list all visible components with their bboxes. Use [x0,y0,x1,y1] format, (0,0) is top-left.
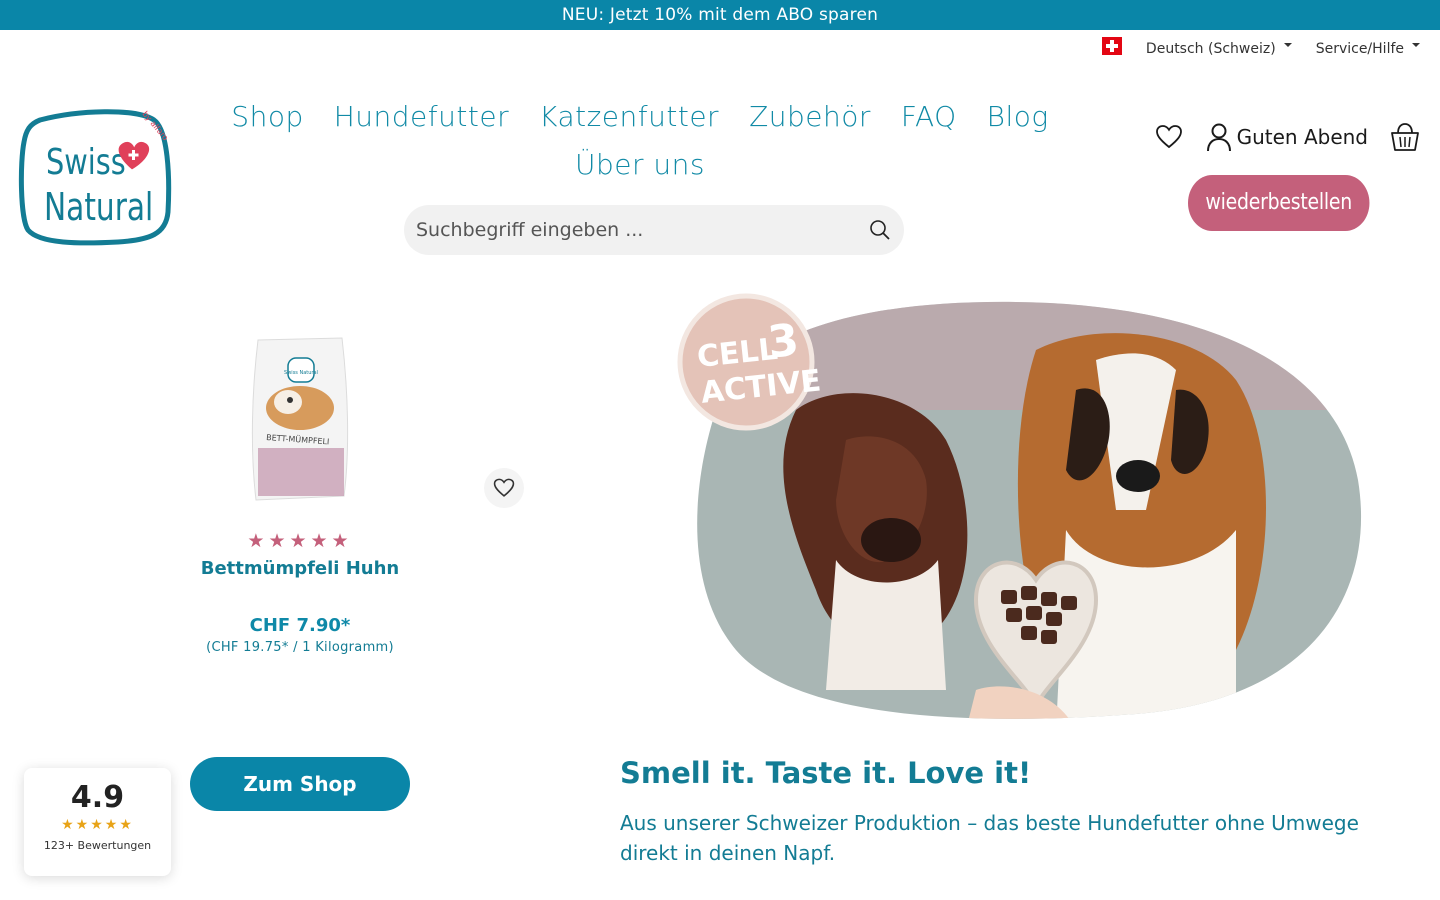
product-rating-stars: ★★★★★ [247,530,353,552]
badge-text-digit: 3 [765,315,801,369]
logo-text-line1: Swiss [46,141,126,183]
nav-item-ueber-uns[interactable]: Über uns [575,148,705,196]
nav-item-katzenfutter[interactable]: Katzenfutter [539,100,719,148]
rating-count: 123+ Bewertungen [43,839,152,852]
account-greeting[interactable]: Guten Abend [1237,125,1368,149]
search-bar [404,205,904,255]
main-navigation: Shop Hundefutter Katzenfutter Zubehör FA… [231,100,1048,196]
logo[interactable]: Swiss Natural by alfaro [18,106,172,246]
logo-text-line2: Natural [44,185,153,230]
wishlist-heart-icon[interactable] [1155,123,1183,151]
product-wishlist-button[interactable] [484,468,524,508]
search-icon[interactable] [868,218,892,242]
product-unit-price: (CHF 19.75* / 1 Kilogramm) [206,640,394,655]
language-selector[interactable]: Deutsch (Schweiz) [1146,41,1292,57]
nav-item-hundefutter[interactable]: Hundefutter [334,100,509,148]
service-menu[interactable]: Service/Hilfe [1316,41,1420,57]
header-actions: Guten Abend [1155,122,1420,152]
announcement-bar[interactable]: NEU: Jetzt 10% mit dem ABO sparen [0,0,1440,30]
hero-subline: Aus unserer Schweizer Produktion – das b… [620,811,1359,865]
language-label: Deutsch (Schweiz) [1145,41,1276,57]
chevron-down-icon [1412,43,1420,47]
hero-headline: Smell it. Taste it. Love it! [620,756,1032,790]
heart-icon [493,478,515,497]
product-name[interactable]: Bettmümpfeli Huhn [180,558,420,579]
zum-shop-button[interactable]: Zum Shop [190,757,410,811]
announcement-text[interactable]: NEU: Jetzt 10% mit dem ABO sparen [562,5,878,25]
nav-item-shop[interactable]: Shop [231,100,303,148]
chevron-down-icon [1283,43,1292,47]
rating-score: 4.9 [70,780,125,815]
product-price: CHF 7.90* [249,615,351,636]
swiss-flag-icon [1101,37,1122,55]
nav-item-faq[interactable]: FAQ [901,100,957,148]
rating-widget[interactable]: 4.9 ★★★★★ 123+ Bewertungen [24,768,171,876]
utility-nav: Deutsch (Schweiz) Service/Hilfe [1101,37,1420,58]
nav-item-zubehoer[interactable]: Zubehör [749,100,871,148]
rating-stars: ★★★★★ [61,817,134,833]
user-account-icon[interactable] [1205,122,1233,152]
reorder-button[interactable]: wiederbestellen [1188,175,1370,231]
nav-item-blog[interactable]: Blog [987,100,1049,148]
pack-brand-text: Swiss Natural [284,370,318,376]
product-card[interactable]: Swiss Natural BETT-MÜMPFELI ★★★★★ Bettmü… [180,330,420,655]
logo-tagline: by alfaro [140,110,170,143]
search-input[interactable] [416,219,868,241]
service-label: Service/Hilfe [1315,41,1404,57]
product-image[interactable]: Swiss Natural BETT-MÜMPFELI [230,330,370,510]
hero-image: CELL 3 ACTIVE [677,293,1362,719]
basket-icon[interactable] [1390,122,1420,152]
